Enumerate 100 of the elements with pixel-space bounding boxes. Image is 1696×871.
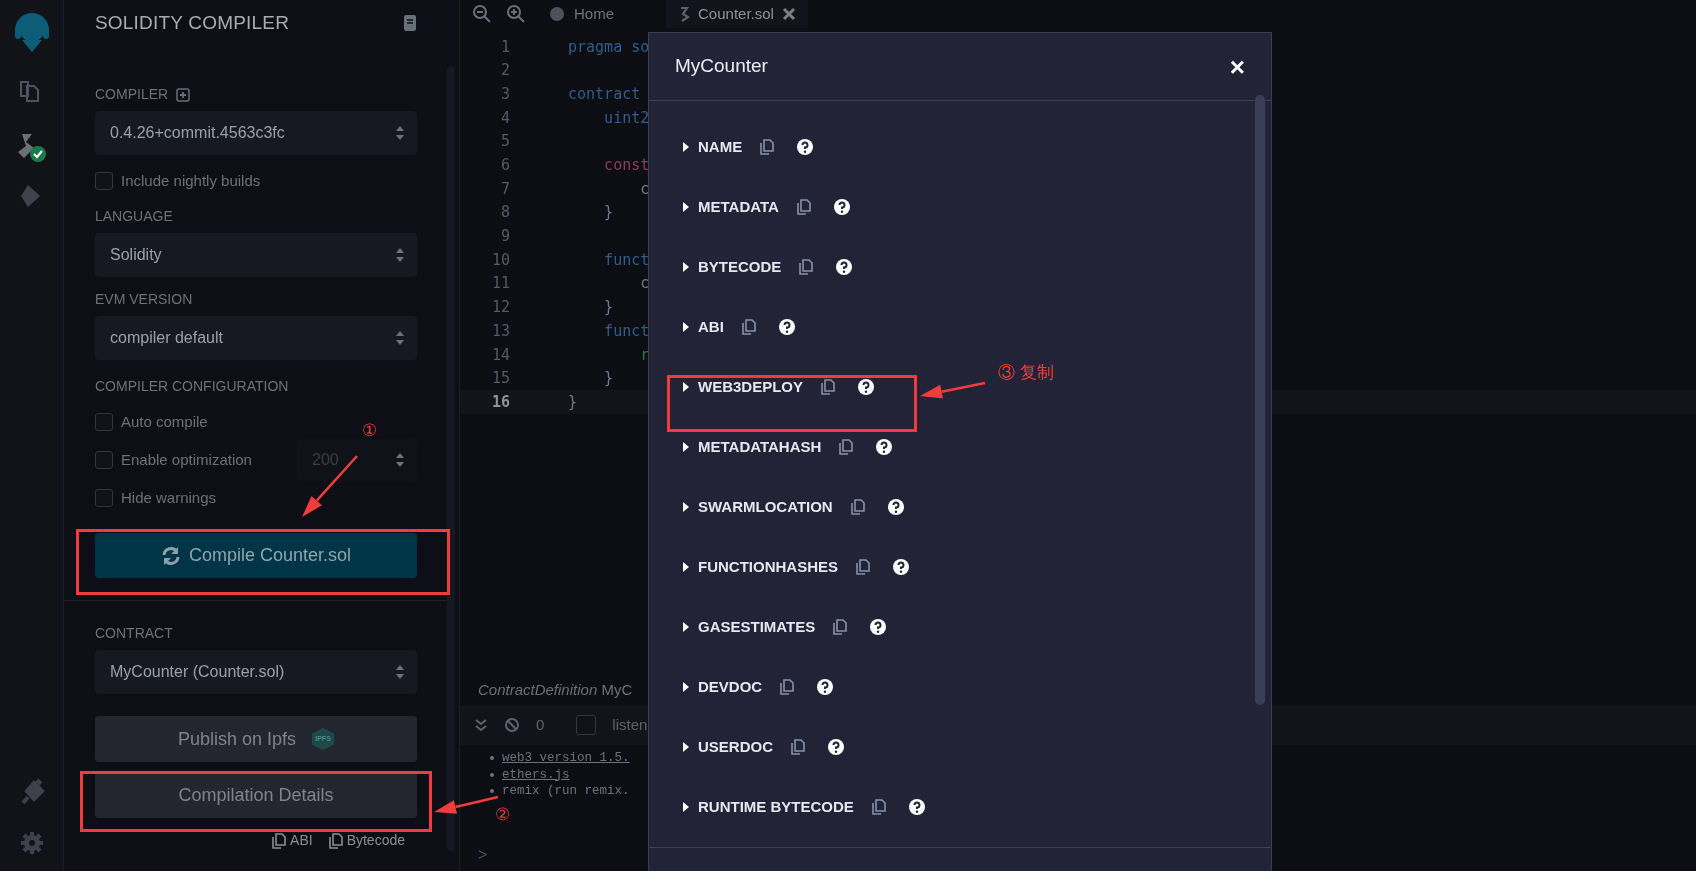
line-number: 4: [499, 107, 511, 129]
copy-icon[interactable]: [871, 799, 886, 815]
copy-icon[interactable]: [799, 259, 814, 275]
section-toggle[interactable]: BYTECODE: [682, 255, 782, 279]
checkbox-label: Hide warnings: [121, 487, 217, 508]
book-icon[interactable]: [403, 14, 417, 32]
code-line: contract: [567, 83, 642, 105]
scrollbar[interactable]: [1255, 95, 1265, 705]
checkbox[interactable]: [95, 451, 113, 469]
compilation-details-button[interactable]: Compilation Details: [95, 772, 417, 818]
caret-right-icon: [682, 142, 690, 152]
line-number: 13: [490, 320, 511, 342]
bullet-icon: [490, 772, 494, 777]
checkbox[interactable]: [576, 715, 597, 735]
copy-icon[interactable]: [821, 379, 835, 395]
close-icon[interactable]: [781, 7, 796, 21]
code-line: }: [567, 391, 578, 413]
caret-right-icon: [682, 322, 690, 332]
help-icon[interactable]: [796, 138, 815, 156]
section-toggle[interactable]: DEVDOC: [682, 675, 763, 699]
section-label: CONTRACT: [95, 624, 173, 643]
copy-icon[interactable]: [856, 559, 870, 575]
copy-icon[interactable]: [780, 679, 795, 695]
copy-icon[interactable]: [796, 199, 811, 215]
help-icon[interactable]: [827, 738, 845, 756]
section-toggle[interactable]: METADATA: [682, 195, 779, 219]
section-toggle[interactable]: METADATAHASH: [682, 435, 822, 459]
line-number: 16: [490, 391, 511, 413]
line-number: 5: [499, 131, 511, 153]
caret-right-icon: [682, 262, 690, 272]
add-icon[interactable]: [176, 87, 191, 102]
help-icon[interactable]: [907, 798, 926, 816]
collapse-icon[interactable]: [474, 718, 488, 732]
copy-icon[interactable]: [850, 499, 865, 515]
file-icon: [678, 6, 690, 22]
help-icon[interactable]: [886, 498, 905, 516]
code-line: uint2: [603, 107, 650, 129]
section-toggle[interactable]: GASESTIMATES: [682, 615, 816, 639]
section-label: LANGUAGE: [95, 207, 173, 226]
help-icon[interactable]: [816, 678, 835, 696]
clear-icon[interactable]: [504, 717, 520, 733]
caret-right-icon: [682, 742, 690, 752]
code-line: const: [603, 155, 650, 177]
section-label: COMPILER: [95, 85, 169, 104]
section-toggle[interactable]: NAME: [682, 135, 743, 159]
line-number: 3: [499, 83, 511, 105]
select-arrows-icon: [395, 664, 405, 680]
help-icon[interactable]: [869, 618, 888, 636]
log-link[interactable]: ethers.js: [502, 766, 570, 783]
copy-icon[interactable]: [760, 139, 775, 155]
pending-count: 0: [536, 714, 545, 735]
editor-tab[interactable]: Counter.sol: [666, 0, 808, 28]
line-number: 9: [499, 226, 511, 248]
close-button[interactable]: ×: [1223, 52, 1251, 81]
select-field[interactable]: MyCounter (Counter.sol): [95, 650, 417, 694]
log-text: remix (run remix.: [502, 783, 630, 800]
section-toggle[interactable]: FUNCTIONHASHES: [682, 555, 838, 579]
help-icon[interactable]: [832, 198, 851, 216]
select-field[interactable]: Solidity: [95, 233, 417, 277]
section-toggle[interactable]: USERDOC: [682, 735, 773, 759]
help-icon[interactable]: [777, 318, 796, 336]
zoom-in-icon[interactable]: [506, 4, 526, 24]
copy-icon[interactable]: [833, 619, 848, 635]
log-link[interactable]: web3 version 1.5.: [502, 750, 630, 767]
scrollbar[interactable]: [447, 66, 455, 851]
copy-icon[interactable]: [791, 739, 805, 755]
refresh-icon: [160, 545, 181, 566]
select-field[interactable]: compiler default: [95, 316, 417, 360]
zoom-out-icon[interactable]: [472, 4, 492, 24]
help-icon[interactable]: [835, 258, 854, 276]
help-icon[interactable]: [875, 438, 894, 456]
caret-right-icon: [682, 382, 690, 392]
caret-right-icon: [682, 442, 690, 452]
copy-icon[interactable]: [839, 439, 854, 455]
compile-button[interactable]: Compile Counter.sol: [95, 533, 417, 578]
select-field[interactable]: 0.4.26+commit.4563c3fc: [95, 111, 417, 155]
checkbox[interactable]: [95, 413, 113, 431]
help-icon[interactable]: [857, 378, 875, 396]
checkbox[interactable]: [95, 489, 113, 507]
checkbox[interactable]: [95, 172, 113, 190]
line-number: 6: [499, 155, 511, 177]
section-toggle[interactable]: SWARMLOCATION: [682, 495, 833, 519]
section-toggle[interactable]: RUNTIME BYTECODE: [682, 795, 854, 819]
section-toggle[interactable]: ABI: [682, 315, 724, 339]
caret-right-icon: [682, 502, 690, 512]
bullet-icon: [490, 789, 494, 794]
copy-icon[interactable]: [328, 832, 343, 849]
line-number: 8: [499, 202, 511, 224]
prompt: >: [478, 846, 488, 863]
help-icon[interactable]: [892, 558, 910, 576]
bullet-icon: [490, 756, 494, 761]
section-label: COMPILER CONFIGURATION: [95, 377, 289, 396]
copy-link[interactable]: Bytecode: [328, 830, 405, 851]
line-number: 14: [490, 344, 511, 366]
select-arrows-icon: [395, 452, 405, 468]
editor-tab[interactable]: Home: [536, 0, 626, 28]
annotation-label: ③ 复制: [998, 362, 1054, 384]
copy-link[interactable]: ABI: [272, 830, 313, 851]
copy-icon[interactable]: [272, 832, 287, 849]
copy-icon[interactable]: [741, 319, 756, 335]
